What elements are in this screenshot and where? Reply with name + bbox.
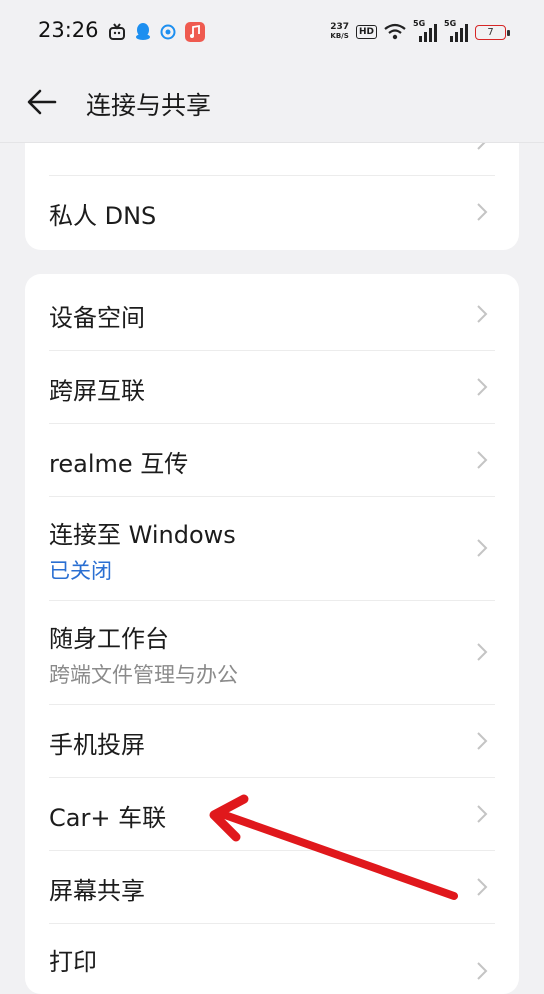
settings-item-cross-screen[interactable]: 跨屏互联	[49, 351, 495, 424]
chevron-right-icon	[477, 643, 488, 661]
settings-item-private-dns[interactable]: 私人 DNS	[49, 176, 495, 250]
music-app-icon	[185, 22, 205, 42]
chevron-right-icon	[477, 732, 488, 750]
settings-item-status: 已关闭	[49, 559, 112, 583]
settings-item-device-space[interactable]: 设备空间	[49, 274, 495, 351]
settings-item-portable-workbench[interactable]: 随身工作台 跨端文件管理与办公	[49, 601, 495, 705]
battery-icon: 7	[475, 24, 510, 40]
settings-item-realme-share[interactable]: realme 互传	[49, 424, 495, 497]
settings-item-screen-cast[interactable]: 手机投屏	[49, 705, 495, 778]
settings-item-label: 手机投屏	[49, 731, 145, 759]
signal-icon-2: 5G	[444, 19, 468, 43]
chevron-right-icon	[477, 878, 488, 896]
status-bar: 23:26 237 KB/S HD 5G 5G 7	[0, 0, 544, 62]
chevron-right-icon	[477, 305, 488, 323]
settings-item-description: 跨端文件管理与办公	[49, 663, 238, 687]
settings-item-label: 屏幕共享	[49, 877, 145, 905]
hd-badge: HD	[355, 25, 377, 39]
settings-item-connect-windows[interactable]: 连接至 Windows 已关闭	[49, 497, 495, 601]
target-app-icon	[160, 24, 176, 40]
back-arrow-icon[interactable]	[26, 88, 58, 116]
system-icons: 237 KB/S HD 5G 5G 7	[330, 19, 510, 44]
settings-group-sharing: 设备空间 跨屏互联 realme 互传 连接至 Windows 已关闭 随身工作…	[25, 274, 519, 994]
settings-item-label: realme 互传	[49, 450, 189, 478]
status-time: 23:26	[38, 18, 99, 42]
top-app-bar: 连接与共享	[0, 62, 544, 143]
settings-item-label: 跨屏互联	[49, 377, 145, 405]
network-speed: 237 KB/S	[330, 22, 349, 41]
settings-item-label: Car+ 车联	[49, 804, 167, 832]
chevron-right-icon	[477, 451, 488, 469]
page-title: 连接与共享	[86, 91, 212, 120]
wifi-icon	[384, 23, 406, 40]
settings-item-label: 私人 DNS	[49, 202, 157, 230]
settings-item-screen-share[interactable]: 屏幕共享	[49, 851, 495, 924]
tv-app-icon	[109, 23, 125, 40]
chevron-right-icon	[477, 962, 488, 980]
signal-icon-1: 5G	[413, 19, 437, 43]
notification-icons	[108, 20, 205, 44]
chevron-right-icon	[477, 378, 488, 396]
settings-item-label: 随身工作台	[49, 625, 169, 653]
qq-icon	[136, 23, 150, 40]
settings-item-label: 连接至 Windows	[49, 521, 236, 549]
settings-item-car-plus[interactable]: Car+ 车联	[49, 778, 495, 851]
settings-item-label: 设备空间	[49, 304, 145, 332]
chevron-right-icon	[477, 805, 488, 823]
chevron-right-icon	[477, 539, 488, 557]
settings-item-print[interactable]: 打印	[49, 924, 495, 994]
chevron-right-icon	[477, 203, 488, 221]
